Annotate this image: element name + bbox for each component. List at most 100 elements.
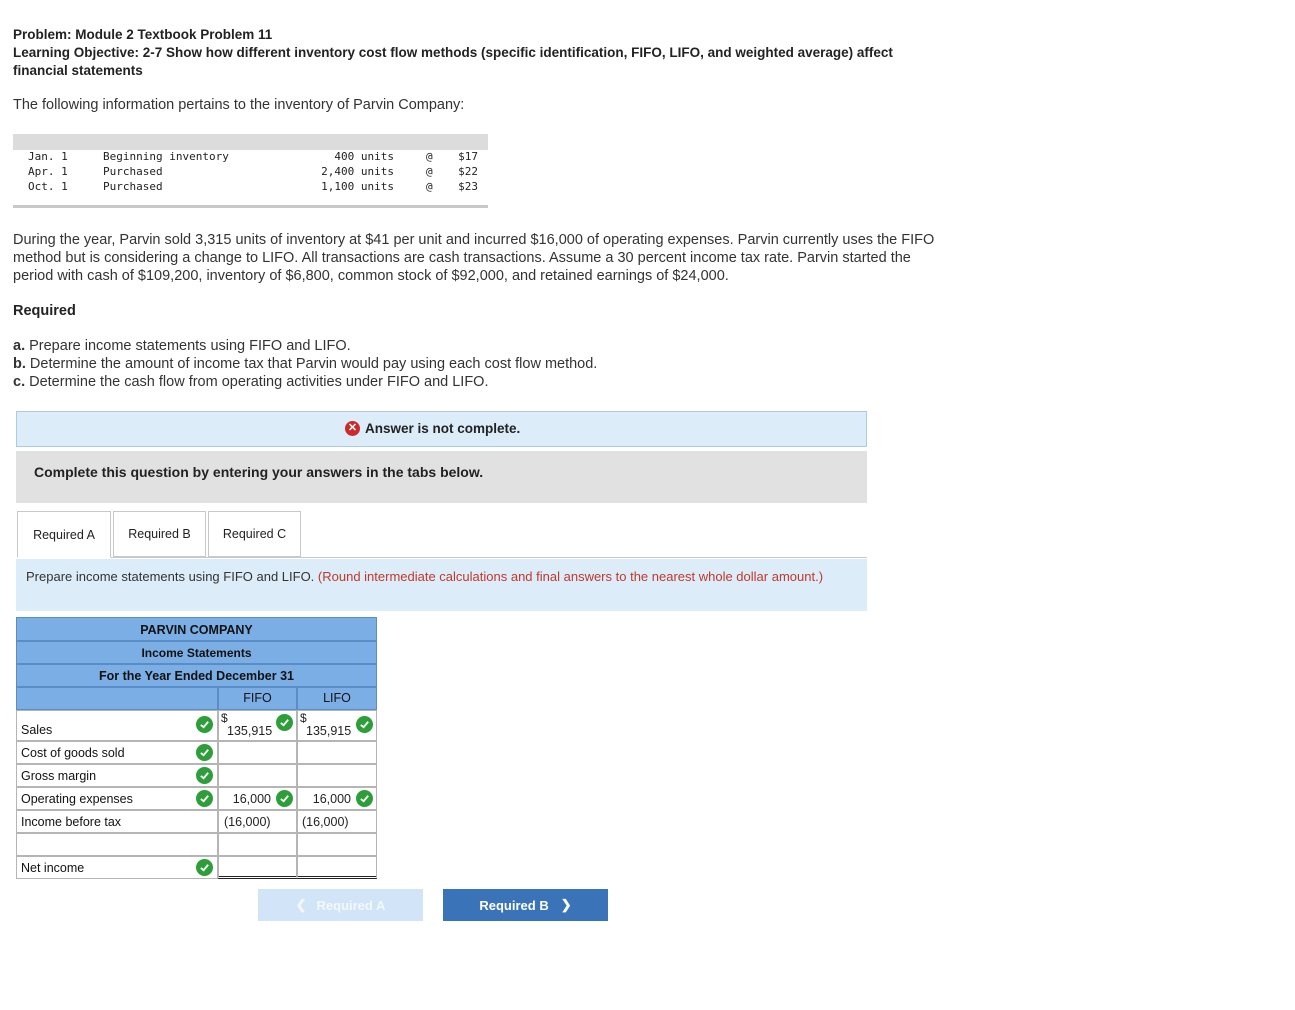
row-label: Operating expenses [21,792,133,806]
cell-value: (16,000) [224,815,271,829]
cell-value: 135,915 [227,724,273,738]
row-label: Cost of goods sold [21,746,125,760]
tab-instruction: Prepare income statements using FIFO and… [16,559,867,611]
cell-value: 135,915 [306,724,352,738]
instruction-note: (Round intermediate calculations and fin… [317,569,824,584]
row-price: $23 [458,180,478,193]
table-row: Apr. 1 Purchased 2,400 units @ $22 [13,165,488,180]
answer-alert: ✕ Answer is not complete. [16,411,867,447]
blank-label-cell[interactable] [16,833,218,856]
income-before-tax-label: Income before tax [16,810,218,833]
check-icon [196,767,213,784]
gross-margin-lifo-input[interactable] [297,764,377,787]
item-text: Determine the amount of income tax that … [25,356,598,372]
fifo-column-header: FIFO [218,687,297,710]
inventory-table: Jan. 1 Beginning inventory 400 units @ $… [13,134,488,208]
cogs-fifo-input[interactable] [218,741,297,764]
table-row: Jan. 1 Beginning inventory 400 units @ $… [13,150,488,165]
required-item: c. Determine the cash flow from operatin… [13,373,597,391]
prev-label: Required A [316,897,386,913]
item-text: Determine the cash flow from operating a… [25,374,489,390]
net-income-label: Net income [16,856,218,879]
problem-title: Problem: Module 2 Textbook Problem 11 [13,27,273,42]
check-icon [196,859,213,876]
row-units: 400 units [334,150,394,163]
next-required-b-button[interactable]: Required B ❯ [443,889,608,921]
item-text: Prepare income statements using FIFO and… [25,338,351,354]
cell-value: (16,000) [302,815,349,829]
item-letter: c. [13,374,26,390]
gross-margin-label: Gross margin [16,764,218,787]
instructions-box: Complete this question by entering your … [16,451,867,503]
row-at: @ [426,150,433,163]
company-name: PARVIN COMPANY [16,617,377,641]
net-income-fifo-input[interactable] [218,856,297,879]
row-desc: Beginning inventory [103,150,229,163]
row-label: Sales [21,723,53,737]
check-icon [356,716,373,733]
blank-fifo-input[interactable] [218,833,297,856]
tab-required-b[interactable]: Required B [113,511,206,557]
dollar-sign: $ [300,711,307,725]
instruction-text: Prepare income statements using FIFO and… [26,569,856,585]
label-column-header [16,687,218,710]
cell-value: 16,000 [312,792,351,806]
row-date: Apr. 1 [28,165,68,178]
problem-paragraph: During the year, Parvin sold 3,315 units… [13,232,935,284]
tab-required-a[interactable]: Required A [17,511,111,558]
row-units: 1,100 units [321,180,394,193]
item-letter: b. [13,356,26,372]
row-desc: Purchased [103,165,163,178]
blank-lifo-input[interactable] [297,833,377,856]
row-at: @ [426,165,433,178]
operating-expenses-label: Operating expenses [16,787,218,810]
item-letter: a. [13,338,26,354]
gross-margin-fifo-input[interactable] [218,764,297,787]
next-label: Required B [479,897,549,913]
error-x-icon: ✕ [345,421,360,436]
table-bottom-bar [13,205,488,208]
prev-required-a-button[interactable]: ❮ Required A [258,889,423,921]
check-icon [276,790,293,807]
instruction-main: Prepare income statements using FIFO and… [26,569,318,584]
row-date: Oct. 1 [28,180,68,193]
alert-text: Answer is not complete. [365,421,521,436]
check-icon [196,744,213,761]
lifo-column-header: LIFO [297,687,377,710]
row-price: $17 [458,150,478,163]
row-label: Net income [21,861,85,875]
row-label: Income before tax [21,815,122,829]
tab-required-c[interactable]: Required C [208,511,301,557]
sales-label: Sales [16,710,218,741]
required-item: a. Prepare income statements using FIFO … [13,337,597,355]
row-desc: Purchased [103,180,163,193]
alert-message: ✕ Answer is not complete. [345,421,520,436]
required-title: Required [13,303,76,319]
chevron-left-icon: ❮ [295,897,307,912]
tab-divider [17,557,867,558]
row-date: Jan. 1 [28,150,68,163]
learning-objective: Learning Objective: 2-7 Show how differe… [13,45,893,78]
row-at: @ [426,180,433,193]
row-label: Gross margin [21,769,97,783]
check-icon [356,790,373,807]
check-icon [276,714,293,731]
row-units: 2,400 units [321,165,394,178]
table-row: Oct. 1 Purchased 1,100 units @ $23 [13,180,488,195]
row-price: $22 [458,165,478,178]
intro-text: The following information pertains to th… [13,97,465,113]
cell-value: 16,000 [232,792,271,806]
statement-period: For the Year Ended December 31 [16,664,377,687]
net-income-lifo-input[interactable] [297,856,377,879]
dollar-sign: $ [221,711,228,725]
ibt-lifo-value: (16,000) [297,810,377,833]
cogs-lifo-input[interactable] [297,741,377,764]
required-list: a. Prepare income statements using FIFO … [13,337,597,391]
check-icon [196,790,213,807]
table-top-bar [13,134,488,150]
ibt-fifo-value: (16,000) [218,810,297,833]
instructions-text: Complete this question by entering your … [34,464,484,480]
statement-title: Income Statements [16,641,377,664]
problem-header: Problem: Module 2 Textbook Problem 11 Le… [13,26,913,80]
cogs-label: Cost of goods sold [16,741,218,764]
